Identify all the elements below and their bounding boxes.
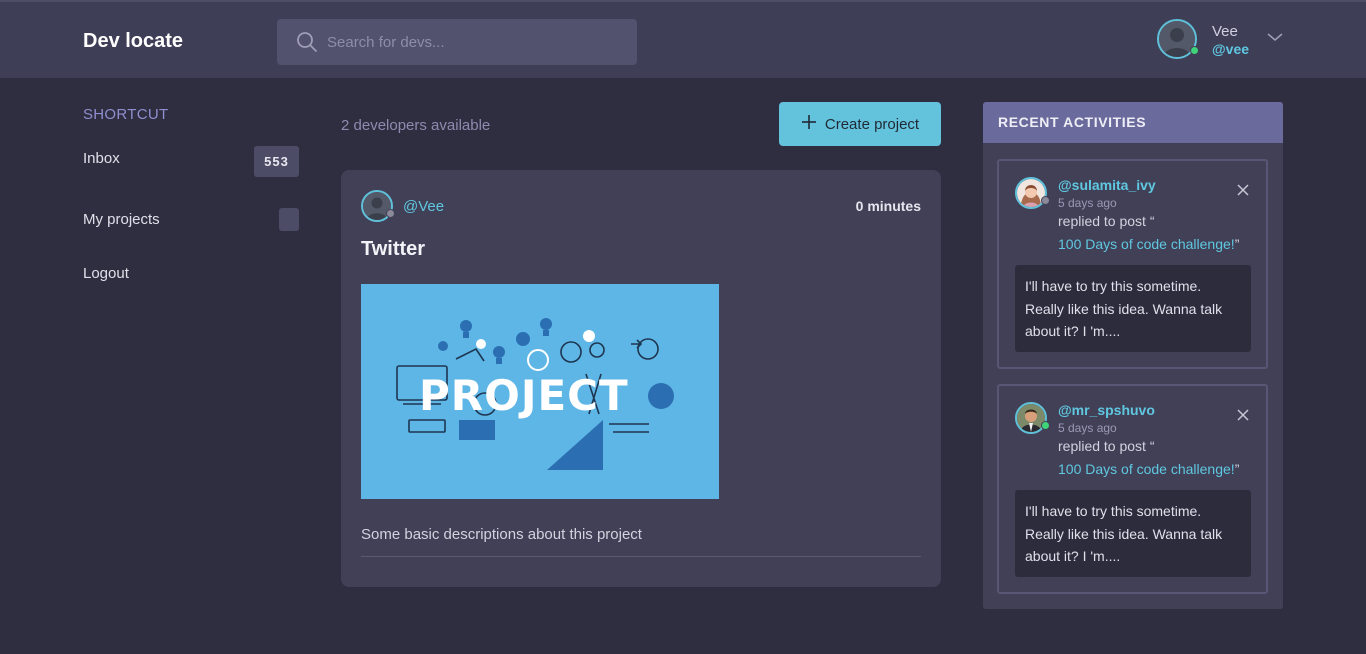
inbox-count-badge: 553	[254, 146, 299, 177]
search-icon	[295, 30, 319, 59]
chevron-down-icon[interactable]	[1266, 30, 1284, 48]
sidebar-item-inbox[interactable]: Inbox	[83, 150, 120, 167]
my-projects-count-badge	[279, 208, 299, 231]
activity-post-quote-close: ”	[1234, 236, 1240, 252]
sidebar-title: SHORTCUT	[83, 106, 169, 123]
card-divider	[361, 556, 921, 557]
activity-time: 5 days ago	[1058, 421, 1117, 435]
activity-item[interactable]: @sulamita_ivy 5 days ago replied to post…	[997, 159, 1268, 369]
activity-post-quote-close: ”	[1234, 461, 1240, 477]
close-icon[interactable]	[1237, 183, 1249, 201]
activity-comment: I'll have to try this sometime. Really l…	[1015, 265, 1251, 352]
recent-activities-title: RECENT ACTIVITIES	[983, 102, 1283, 143]
activity-post-link[interactable]: 100 Days of code challenge!	[1058, 461, 1235, 477]
activity-action: replied to post “	[1058, 438, 1155, 454]
project-image-text: PROJECT	[419, 371, 629, 420]
activity-user-status-dot	[1041, 196, 1050, 205]
plus-icon	[801, 114, 817, 134]
online-status-dot	[1190, 46, 1199, 55]
activity-item[interactable]: @mr_spshuvo 5 days ago replied to post “…	[997, 384, 1268, 594]
activity-user-handle[interactable]: @sulamita_ivy	[1058, 177, 1156, 193]
activity-time: 5 days ago	[1058, 196, 1117, 210]
activity-post-link[interactable]: 100 Days of code challenge!	[1058, 236, 1235, 252]
project-image[interactable]: PROJECT	[361, 284, 719, 499]
developers-available-text: 2 developers available	[341, 117, 491, 134]
app-logo[interactable]: Dev locate	[83, 30, 183, 53]
search-input[interactable]	[327, 19, 627, 65]
activity-user-handle[interactable]: @mr_spshuvo	[1058, 402, 1155, 418]
activity-user-status-dot	[1041, 421, 1050, 430]
project-title[interactable]: Twitter	[361, 238, 425, 261]
recent-activities-panel: RECENT ACTIVITIES @sulamita_ivy 5 days a…	[983, 102, 1283, 609]
search-box[interactable]	[277, 19, 637, 65]
author-status-dot	[386, 209, 395, 218]
project-description: Some basic descriptions about this proje…	[361, 526, 642, 543]
create-project-label: Create project	[824, 115, 920, 133]
close-icon[interactable]	[1237, 408, 1249, 426]
activity-action: replied to post “	[1058, 213, 1155, 229]
project-time: 0 minutes	[855, 198, 921, 214]
project-card[interactable]: @Vee 0 minutes Twitter PROJECT Some basi…	[341, 170, 941, 587]
sidebar-item-logout[interactable]: Logout	[83, 265, 129, 282]
sidebar-item-my-projects[interactable]: My projects	[83, 211, 160, 228]
user-name[interactable]: Vee	[1212, 23, 1238, 40]
activity-comment: I'll have to try this sometime. Really l…	[1015, 490, 1251, 577]
project-author-handle[interactable]: @Vee	[403, 198, 444, 215]
top-navbar: Dev locate Vee @vee	[0, 0, 1366, 78]
activity-post-line: 100 Days of code challenge!”	[1058, 236, 1239, 252]
create-project-button[interactable]: Create project	[779, 102, 941, 146]
activity-post-line: 100 Days of code challenge!”	[1058, 461, 1239, 477]
user-handle[interactable]: @vee	[1212, 41, 1249, 57]
